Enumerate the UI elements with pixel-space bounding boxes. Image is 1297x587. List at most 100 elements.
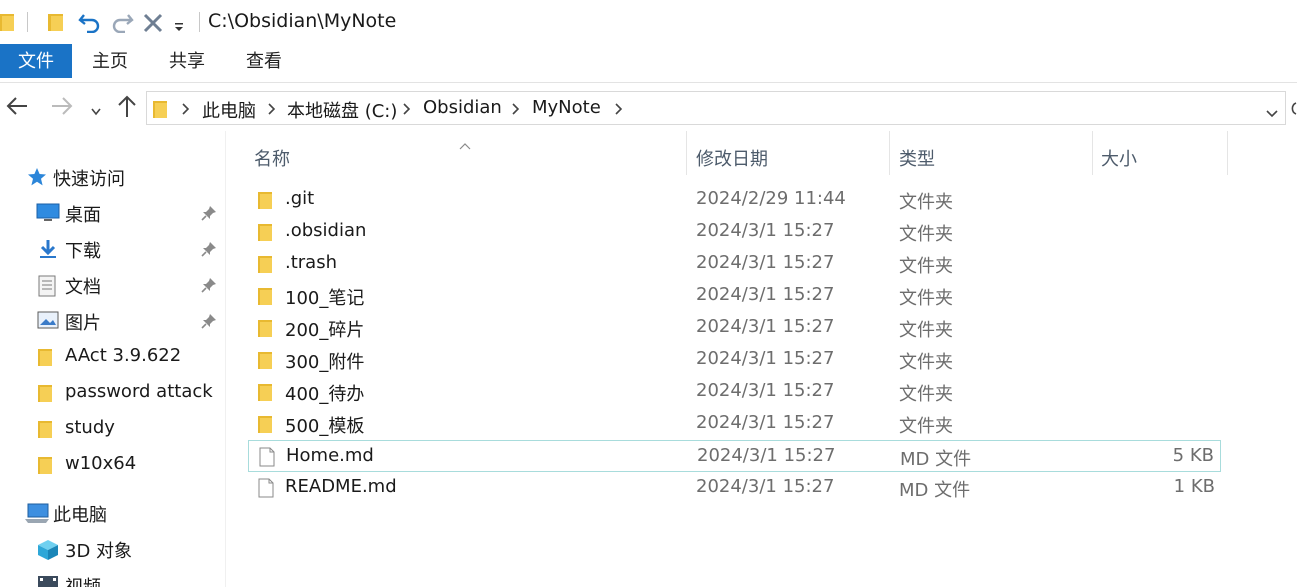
column-header-date[interactable]: 修改日期 (686, 141, 889, 177)
sidebar-item-3d-objects[interactable]: 3D 对象 (0, 531, 226, 565)
redo-icon[interactable] (110, 11, 134, 37)
sidebar-label: 桌面 (65, 205, 101, 226)
folder-icon (258, 382, 274, 406)
up-arrow-icon[interactable] (116, 92, 138, 122)
chevron-right-icon[interactable] (614, 101, 624, 120)
file-icon (258, 478, 274, 502)
sidebar-item-password-attack[interactable]: password attack (0, 375, 226, 409)
desktop-icon (36, 203, 60, 227)
file-row[interactable]: 500_模板 2024/3/1 15:27 文件夹 (248, 408, 1221, 440)
sidebar-item-desktop[interactable]: 桌面 (0, 195, 226, 229)
pin-icon[interactable] (201, 277, 217, 297)
download-icon (38, 239, 58, 263)
address-history-chevron-icon[interactable] (1265, 104, 1279, 123)
recent-locations-chevron-icon[interactable] (90, 102, 102, 132)
file-name: 200_碎片 (285, 320, 365, 341)
sidebar-quick-access[interactable]: 快速访问 (0, 159, 226, 193)
file-name: 100_笔记 (285, 288, 365, 309)
chevron-right-icon[interactable] (402, 101, 412, 120)
sidebar-label: 文档 (65, 277, 101, 298)
breadcrumb-mynote[interactable]: MyNote (532, 97, 601, 118)
file-row[interactable]: .obsidian 2024/3/1 15:27 文件夹 (248, 216, 1221, 248)
file-row[interactable]: README.md 2024/3/1 15:27 MD 文件 1 KB (248, 472, 1221, 504)
column-label: 修改日期 (696, 149, 768, 170)
pin-icon[interactable] (201, 241, 217, 261)
file-name: 400_待办 (285, 384, 365, 405)
folder-icon (258, 190, 274, 214)
file-name: README.md (285, 476, 397, 497)
column-header-type[interactable]: 类型 (889, 141, 1092, 177)
file-name: 500_模板 (285, 416, 365, 437)
customize-dropdown-icon[interactable] (173, 18, 185, 37)
refresh-icon[interactable] (1288, 100, 1297, 120)
file-row[interactable]: 200_碎片 2024/3/1 15:27 文件夹 (248, 312, 1221, 344)
sidebar-item-study[interactable]: study (0, 411, 226, 445)
file-type: 文件夹 (899, 224, 953, 245)
file-type: 文件夹 (899, 384, 953, 405)
sidebar-item-w10x64[interactable]: w10x64 (0, 447, 226, 481)
sidebar-label: w10x64 (65, 453, 137, 474)
window-title: C:\Obsidian\MyNote (208, 10, 397, 32)
folder-icon (38, 419, 54, 443)
column-divider[interactable] (1227, 131, 1228, 175)
file-row[interactable]: 300_附件 2024/3/1 15:27 文件夹 (248, 344, 1221, 376)
sidebar-item-pictures[interactable]: 图片 (0, 303, 226, 337)
pin-icon[interactable] (201, 205, 217, 225)
folder-icon[interactable] (48, 12, 66, 36)
sidebar-label: 下载 (65, 241, 101, 262)
folder-icon (258, 350, 274, 374)
breadcrumb-local-disk[interactable]: 本地磁盘 (C:) (287, 97, 397, 123)
forward-arrow-icon[interactable] (50, 92, 74, 122)
file-name: .git (285, 188, 315, 209)
chevron-right-icon[interactable] (511, 101, 521, 120)
file-size: 1 KB (1173, 476, 1215, 497)
file-icon (259, 447, 275, 471)
breadcrumb-this-pc[interactable]: 此电脑 (202, 97, 256, 123)
file-date: 2024/3/1 15:27 (696, 412, 835, 433)
file-row[interactable]: .trash 2024/3/1 15:27 文件夹 (248, 248, 1221, 280)
sidebar-item-documents[interactable]: 文档 (0, 267, 226, 301)
file-name: 300_附件 (285, 352, 365, 373)
tab-file[interactable]: 文件 (0, 44, 72, 78)
3d-objects-icon (37, 539, 59, 565)
file-type: 文件夹 (899, 416, 953, 437)
file-name: .obsidian (285, 220, 367, 241)
chevron-right-icon[interactable] (267, 101, 277, 120)
sidebar-label: 图片 (65, 313, 101, 334)
file-row[interactable]: 100_笔记 2024/3/1 15:27 文件夹 (248, 280, 1221, 312)
file-type: 文件夹 (899, 256, 953, 277)
sidebar-label: 视频 (65, 573, 101, 587)
file-row[interactable]: 400_待办 2024/3/1 15:27 文件夹 (248, 376, 1221, 408)
sidebar-this-pc[interactable]: 此电脑 (0, 495, 226, 529)
column-label: 类型 (899, 149, 935, 170)
sidebar-item-aact[interactable]: AAct 3.9.622 (0, 339, 226, 373)
tab-view[interactable]: 查看 (234, 44, 294, 78)
sidebar-item-videos[interactable]: 视频 (0, 567, 226, 587)
sidebar-item-downloads[interactable]: 下载 (0, 231, 226, 265)
folder-icon (0, 12, 16, 36)
folder-icon (38, 455, 54, 479)
tab-home[interactable]: 主页 (80, 44, 140, 78)
address-bar[interactable]: 此电脑 本地磁盘 (C:) Obsidian MyNote (146, 91, 1286, 125)
pin-icon[interactable] (201, 313, 217, 333)
file-row[interactable]: Home.md 2024/3/1 15:27 MD 文件 5 KB (248, 440, 1221, 472)
back-arrow-icon[interactable] (5, 92, 29, 122)
file-type: 文件夹 (899, 288, 953, 309)
column-header-name[interactable]: 名称 (226, 141, 686, 177)
file-list: 名称 修改日期 类型 大小 .git 2024/2/29 11:44 文件夹 .obs… (226, 131, 1297, 587)
undo-icon[interactable] (78, 11, 102, 37)
sidebar-label: 此电脑 (53, 505, 107, 526)
column-header-size[interactable]: 大小 (1092, 141, 1227, 177)
breadcrumb-obsidian[interactable]: Obsidian (423, 97, 502, 118)
computer-icon (24, 503, 50, 529)
sidebar-label: 3D 对象 (65, 541, 133, 562)
file-row[interactable]: .git 2024/2/29 11:44 文件夹 (248, 184, 1221, 216)
navigation-pane: 快速访问 桌面 下载 文档 图片 AAct 3.9.622 password a… (0, 131, 226, 587)
tab-share[interactable]: 共享 (157, 44, 217, 78)
chevron-right-icon[interactable] (181, 101, 191, 120)
sidebar-label: password attack (65, 381, 213, 402)
column-label: 名称 (254, 149, 290, 170)
title-bar: C:\Obsidian\MyNote (0, 0, 1297, 44)
delete-icon[interactable] (142, 12, 164, 38)
folder-icon (258, 222, 274, 246)
